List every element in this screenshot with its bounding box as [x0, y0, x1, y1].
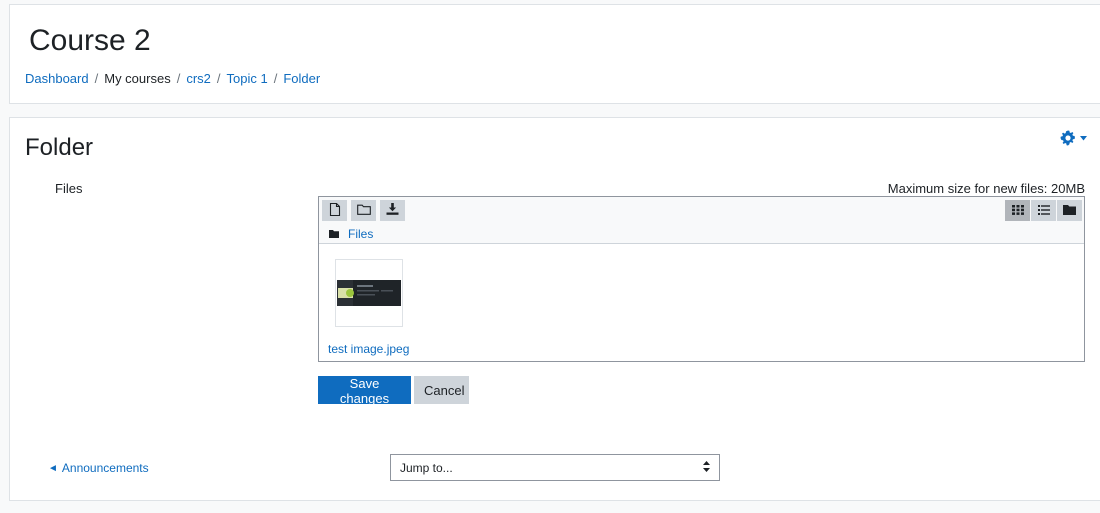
folder-icon	[329, 227, 339, 241]
settings-menu-button[interactable]	[1060, 130, 1087, 146]
path-files-link[interactable]: Files	[348, 227, 373, 241]
file-thumbnail[interactable]	[335, 259, 403, 327]
view-list-button[interactable]	[1031, 200, 1056, 221]
file-manager-path: Files	[329, 227, 373, 241]
caret-down-icon	[1080, 135, 1087, 141]
previous-activity-label: Announcements	[61, 461, 149, 475]
breadcrumb-crs2[interactable]: crs2	[186, 71, 211, 86]
breadcrumb-separator: /	[94, 71, 99, 86]
breadcrumb: Dashboard / My courses / crs2 / Topic 1 …	[25, 71, 320, 86]
save-changes-button[interactable]: Save changes	[318, 376, 411, 406]
file-name-link[interactable]: test image.jpeg	[328, 342, 409, 356]
cancel-button[interactable]: Cancel	[414, 376, 469, 404]
gear-icon	[1060, 130, 1076, 146]
create-folder-button[interactable]	[351, 200, 376, 221]
tree-view-icon	[1063, 203, 1076, 218]
select-arrows-icon	[703, 461, 710, 472]
breadcrumb-dashboard[interactable]: Dashboard	[25, 71, 89, 86]
view-tree-button[interactable]	[1057, 200, 1082, 221]
breadcrumb-separator: /	[176, 71, 181, 86]
main-content: Folder Files Maximum size for new files:…	[9, 117, 1100, 501]
view-icons-button[interactable]	[1005, 200, 1030, 221]
activity-title: Folder	[25, 134, 94, 161]
breadcrumb-folder[interactable]: Folder	[283, 71, 320, 86]
icon-view-icon	[1011, 203, 1024, 218]
create-folder-icon	[356, 203, 371, 218]
image-thumbnail-icon	[337, 280, 401, 306]
file-manager-toolbar: Files	[319, 197, 1084, 244]
previous-activity-link[interactable]: ◄ Announcements	[48, 461, 149, 475]
files-label: Files	[55, 181, 83, 196]
breadcrumb-topic-1[interactable]: Topic 1	[227, 71, 268, 86]
download-icon	[386, 203, 399, 218]
breadcrumb-separator: /	[273, 71, 278, 86]
download-all-button[interactable]	[380, 200, 405, 221]
create-file-icon	[329, 202, 341, 219]
add-file-button[interactable]	[322, 200, 347, 221]
left-triangle-icon: ◄	[48, 462, 58, 474]
file-manager: Files test image.jpeg	[318, 196, 1085, 362]
breadcrumb-separator: /	[216, 71, 221, 86]
page-header: Course 2 Dashboard / My courses / crs2 /…	[9, 4, 1100, 104]
jump-to-select[interactable]: Jump to...	[390, 454, 720, 481]
jump-to-value: Jump to...	[400, 460, 453, 475]
max-size-text: Maximum size for new files: 20MB	[887, 181, 1085, 196]
file-manager-content: test image.jpeg	[319, 244, 1084, 362]
page-title: Course 2	[29, 24, 151, 57]
breadcrumb-my-courses: My courses	[104, 71, 171, 86]
list-view-icon	[1037, 203, 1050, 218]
